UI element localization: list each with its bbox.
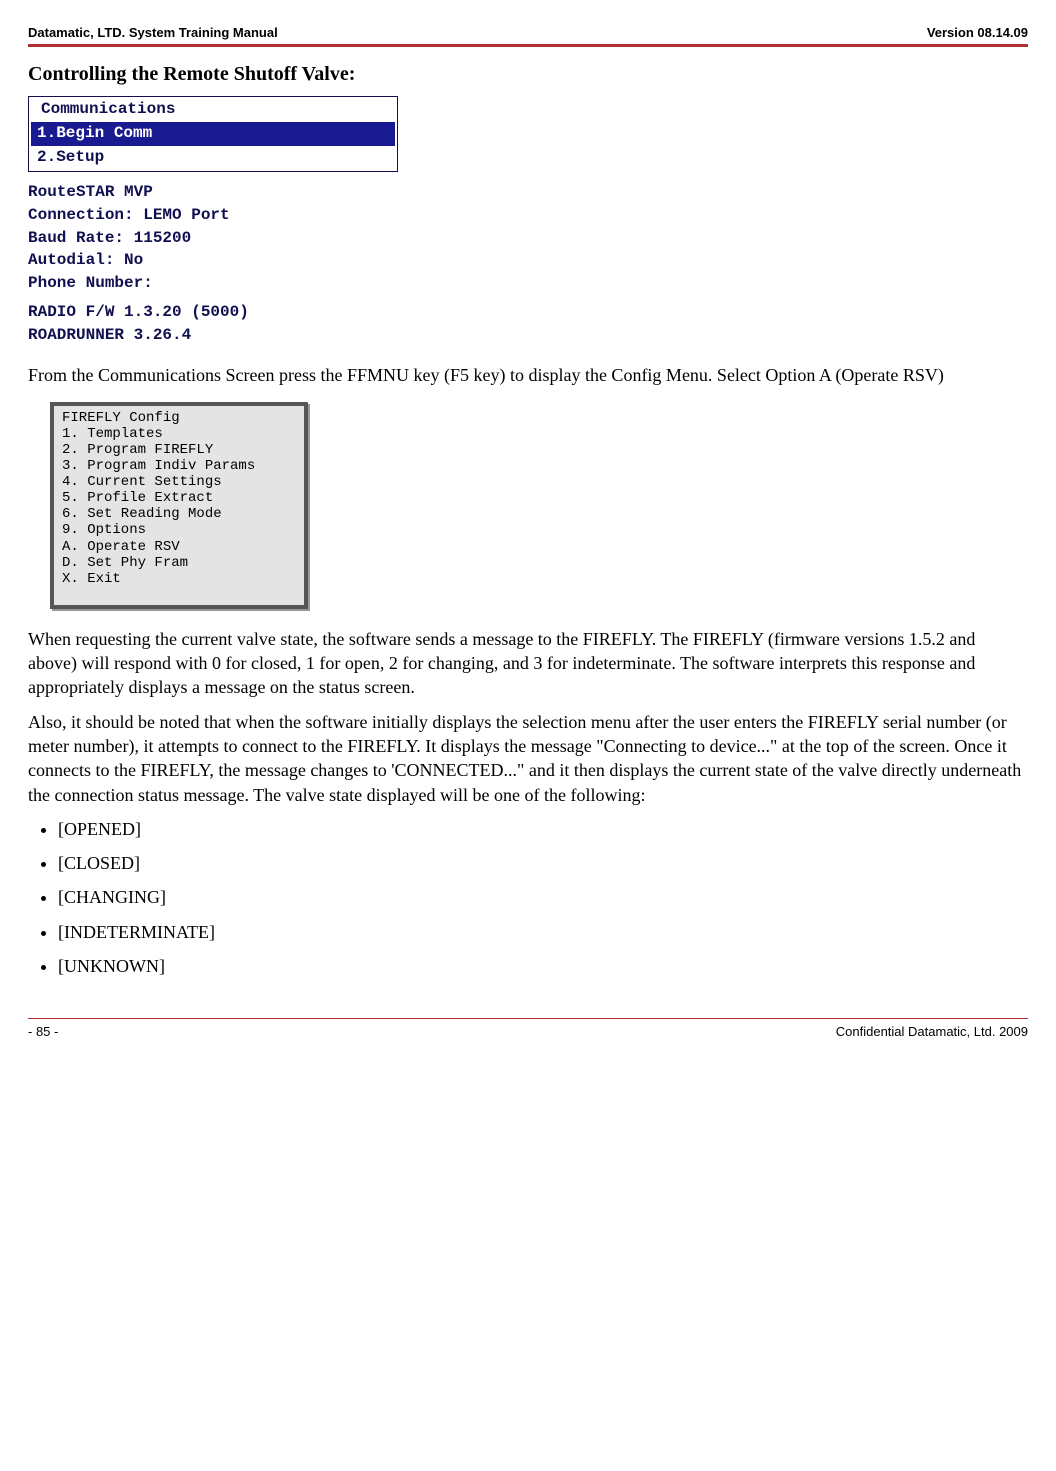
section-title: Controlling the Remote Shutoff Valve: [28,61,1028,88]
comm-roadrunner-line: ROADRUNNER 3.26.4 [28,325,398,347]
cfg-lX: X. Exit [62,571,121,587]
communications-screenshot: Communications 1.Begin Comm 2.Setup Rout… [28,96,398,354]
comm-radio-line: RADIO F/W 1.3.20 (5000) [28,302,398,324]
cfg-lA: A. Operate RSV [62,539,180,555]
state-indeterminate: [INDETERMINATE] [58,920,1028,944]
comm-autodial-line: Autodial: No [28,250,398,272]
page-footer: - 85 - Confidential Datamatic, Ltd. 2009 [28,1023,1028,1041]
page-header: Datamatic, LTD. System Training Manual V… [28,24,1028,42]
comm-item-begin: 1.Begin Comm [31,122,395,146]
header-right: Version 08.14.09 [927,24,1028,42]
comm-baud-line: Baud Rate: 115200 [28,228,398,250]
footer-rule [28,1018,1028,1019]
comm-phone-line: Phone Number: [28,273,398,295]
valve-states-list: [OPENED] [CLOSED] [CHANGING] [INDETERMIN… [28,817,1028,978]
footer-right: Confidential Datamatic, Ltd. 2009 [836,1023,1028,1041]
footer-left: - 85 - [28,1023,58,1041]
cfg-l6: 6. Set Reading Mode [62,506,222,522]
communications-group: Communications 1.Begin Comm 2.Setup [28,96,398,173]
state-closed: [CLOSED] [58,851,1028,875]
header-left: Datamatic, LTD. System Training Manual [28,24,278,42]
cfg-l9: 9. Options [62,522,146,538]
firefly-config-menu: FIREFLY Config 1. Templates 2. Program F… [50,402,308,609]
communications-legend: Communications [37,99,179,121]
state-opened: [OPENED] [58,817,1028,841]
cfg-l5: 5. Profile Extract [62,490,213,506]
cfg-title: FIREFLY Config [62,410,180,426]
para-note: Also, it should be noted that when the s… [28,710,1028,807]
state-unknown: [UNKNOWN] [58,954,1028,978]
cfg-lD: D. Set Phy Fram [62,555,188,571]
comm-connection-line: Connection: LEMO Port [28,205,398,227]
cfg-l1: 1. Templates [62,426,163,442]
cfg-l2: 2. Program FIREFLY [62,442,213,458]
para-after-comm: From the Communications Screen press the… [28,363,1028,387]
para-request: When requesting the current valve state,… [28,627,1028,700]
state-changing: [CHANGING] [58,885,1028,909]
comm-item-setup: 2.Setup [31,146,395,170]
cfg-l3: 3. Program Indiv Params [62,458,255,474]
comm-product-line: RouteSTAR MVP [28,182,398,204]
cfg-l4: 4. Current Settings [62,474,222,490]
header-rule [28,44,1028,47]
firefly-config-inner: FIREFLY Config 1. Templates 2. Program F… [54,406,304,605]
